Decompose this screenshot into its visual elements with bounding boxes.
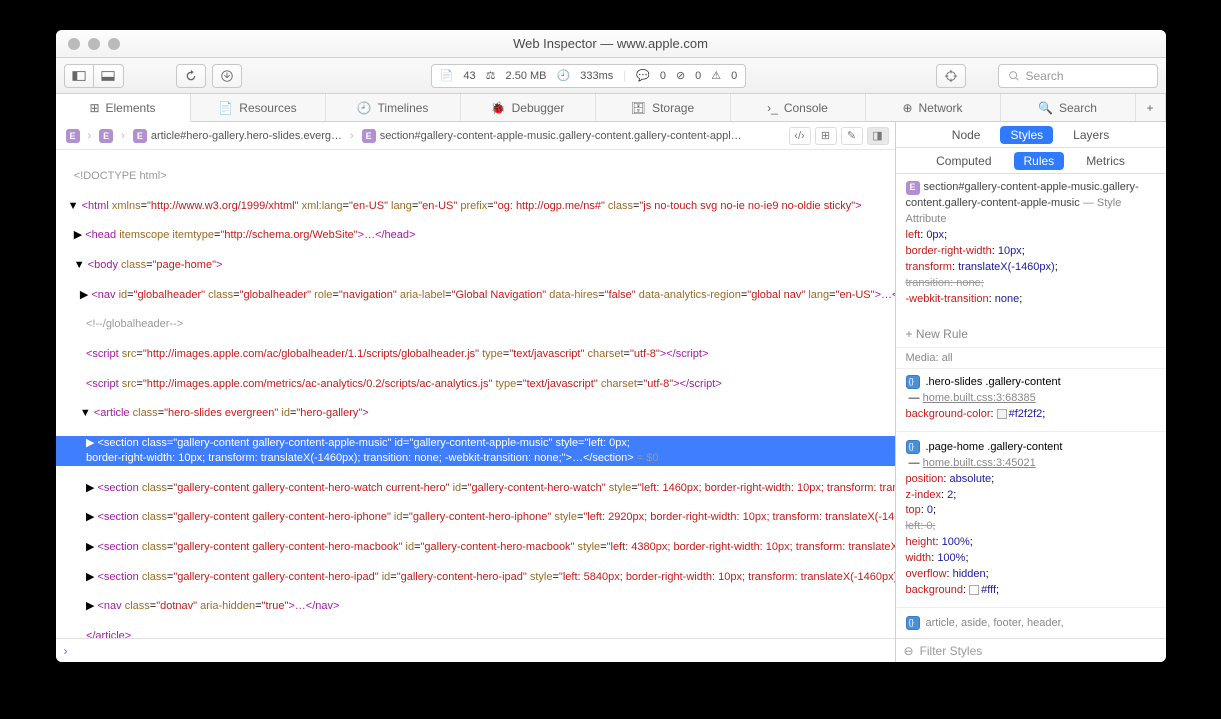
warning-count: 0 [731, 70, 737, 82]
inspect-element-button[interactable] [936, 64, 966, 88]
file-count: 43 [463, 70, 475, 82]
zoom-window-button[interactable] [108, 38, 120, 50]
timelines-icon: 🕘 [357, 101, 372, 115]
console-prompt[interactable]: › [56, 638, 895, 662]
rule-icon [906, 440, 920, 454]
subtab-metrics[interactable]: Metrics [1076, 152, 1135, 170]
tab-timelines[interactable]: 🕘Timelines [326, 94, 461, 121]
elements-icon: ⊞ [89, 101, 99, 115]
dock-bottom-button[interactable] [94, 64, 124, 88]
download-button[interactable] [212, 64, 242, 88]
inspector-window: Web Inspector — www.apple.com 📄 43 ⚖ 2.50 … [56, 30, 1166, 662]
sidebar-tab-layers[interactable]: Layers [1063, 126, 1119, 144]
window-title: Web Inspector — www.apple.com [56, 36, 1166, 51]
search-placeholder: Search [1026, 69, 1064, 83]
doctype: <!DOCTYPE html> [74, 170, 167, 182]
dock-left-button[interactable] [64, 64, 94, 88]
reload-button[interactable] [176, 64, 206, 88]
edit-mode-button[interactable]: ✎ [841, 127, 863, 145]
dom-breadcrumb: E › E › Earticle#hero-gallery.hero-slide… [56, 122, 895, 150]
selector-title: Esection#gallery-content-apple-music.gal… [906, 180, 1156, 228]
toolbar: 📄43 ⚖2.50 MB 🕘333ms | 💬0 ⊘0 ⚠0 Search [56, 58, 1166, 94]
tab-resources[interactable]: 📄Resources [191, 94, 326, 121]
error-count: 0 [695, 70, 701, 82]
css-rule[interactable]: .page-home .gallery-content — home.built… [906, 440, 1156, 472]
breadcrumb-item[interactable]: Esection#gallery-content-apple-music.gal… [358, 127, 746, 145]
crosshair-icon [944, 69, 958, 83]
filter-icon: ⊖ [904, 644, 914, 658]
styles-sidebar: Node Styles Layers Computed Rules Metric… [896, 122, 1166, 662]
breadcrumb-item[interactable]: E [62, 127, 84, 145]
errors-icon: ⊘ [676, 69, 685, 82]
breadcrumb-item[interactable]: E [95, 127, 117, 145]
new-rule-button[interactable]: + New Rule [896, 321, 1166, 348]
transfer-size: 2.50 MB [506, 70, 547, 82]
sidebar-tab-styles[interactable]: Styles [1000, 126, 1053, 144]
clock-icon: 🕘 [557, 69, 571, 82]
dock-left-icon [72, 69, 86, 83]
dom-tree[interactable]: <!DOCTYPE html> ▼ <html xmlns="http://ww… [56, 150, 895, 638]
warnings-icon: ⚠ [711, 69, 721, 82]
media-label: Media: all [896, 348, 1166, 369]
rule-icon [906, 616, 920, 630]
minimize-window-button[interactable] [88, 38, 100, 50]
resources-icon: 📄 [218, 101, 233, 115]
status-pill: 📄43 ⚖2.50 MB 🕘333ms | 💬0 ⊘0 ⚠0 [431, 64, 747, 88]
close-window-button[interactable] [68, 38, 80, 50]
tab-new[interactable]: + [1136, 94, 1166, 121]
load-time: 333ms [580, 70, 613, 82]
download-icon [220, 69, 234, 83]
tab-network[interactable]: ⊕Network [866, 94, 1001, 121]
search-icon [1007, 69, 1021, 83]
storage-icon: 🗄 [631, 101, 646, 115]
subtab-computed[interactable]: Computed [926, 152, 1001, 170]
selected-dom-node[interactable]: ▶ <section class="gallery-content galler… [56, 436, 895, 466]
source-link[interactable]: home.built.css:3:45021 [923, 457, 1036, 469]
css-rule[interactable]: .hero-slides .gallery-content — home.bui… [906, 375, 1156, 407]
debugger-icon: 🐞 [491, 101, 506, 115]
traffic-lights [68, 38, 120, 50]
inline-style-rules[interactable]: left: 0px;border-right-width: 10px;trans… [906, 228, 1156, 308]
reload-icon [184, 69, 198, 83]
grid-mode-button[interactable]: ⊞ [815, 127, 837, 145]
titlebar: Web Inspector — www.apple.com [56, 30, 1166, 58]
global-search[interactable]: Search [998, 64, 1158, 88]
source-link[interactable]: home.built.css:3:68385 [923, 392, 1036, 404]
network-icon: ⊕ [902, 101, 912, 115]
breadcrumb-item[interactable]: Earticle#hero-gallery.hero-slides.everg… [129, 127, 346, 145]
tab-search[interactable]: 🔍Search [1001, 94, 1136, 121]
sidebar-tab-node[interactable]: Node [942, 126, 991, 144]
tab-console[interactable]: ›_Console [731, 94, 866, 121]
doc-icon: 📄 [440, 69, 454, 82]
log-count: 0 [660, 70, 666, 82]
rule-icon [906, 375, 920, 389]
tab-elements[interactable]: ⊞Elements [56, 94, 191, 122]
search-tab-icon: 🔍 [1038, 101, 1053, 115]
path-mode-button[interactable]: ‹/› [789, 127, 811, 145]
console-icon: ›_ [767, 101, 778, 115]
tab-storage[interactable]: 🗄Storage [596, 94, 731, 121]
subtab-rules[interactable]: Rules [1014, 152, 1065, 170]
main-tabs: ⊞Elements 📄Resources 🕘Timelines 🐞Debugge… [56, 94, 1166, 122]
logs-icon: 💬 [636, 69, 650, 82]
sidebar-toggle-button[interactable]: ◨ [867, 127, 889, 145]
tab-debugger[interactable]: 🐞Debugger [461, 94, 596, 121]
css-rule[interactable]: article, aside, footer, header, [906, 616, 1156, 632]
dock-bottom-icon [101, 69, 115, 83]
filter-styles-input[interactable]: ⊖ Filter Styles [896, 638, 1166, 662]
weight-icon: ⚖ [486, 69, 496, 82]
